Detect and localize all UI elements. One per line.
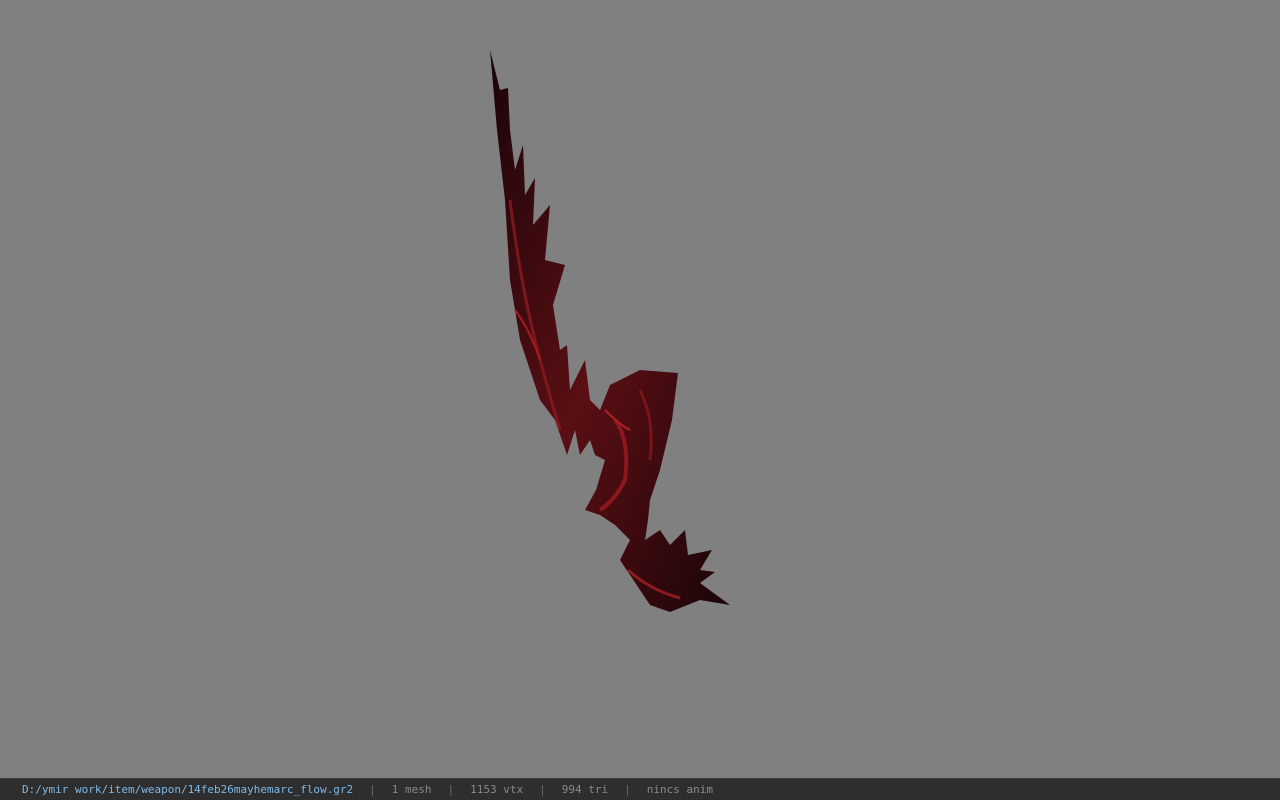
weapon-model[interactable] [0,0,1280,778]
vertex-count: 1153 vtx [470,783,524,796]
blade-shape [490,50,730,612]
separator: | [447,783,455,796]
anim-status: nincs anim [646,783,713,796]
status-bar: D:/ymir work/item/weapon/14feb26mayhemar… [0,778,1280,800]
triangle-count: 994 tri [561,783,609,796]
file-path: D:/ymir work/item/weapon/14feb26mayhemar… [22,783,354,796]
3d-viewport[interactable] [0,0,1280,778]
mesh-count: 1 mesh [391,783,432,796]
separator: | [624,783,631,796]
separator: | [369,783,376,796]
separator: | [539,783,546,796]
